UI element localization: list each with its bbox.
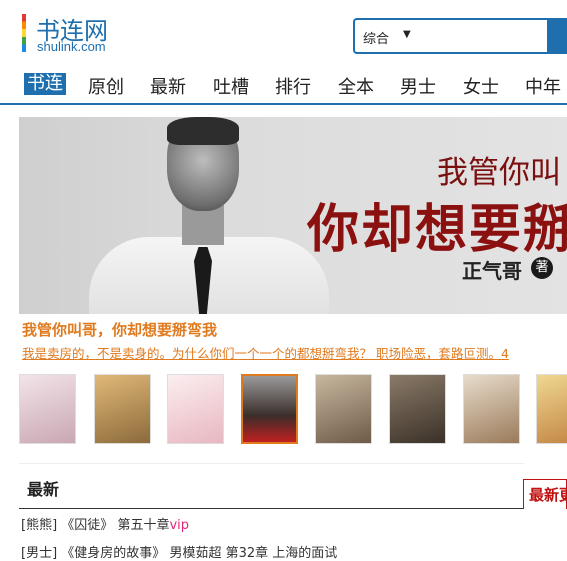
search-box[interactable]: 综合 ▼: [353, 18, 567, 54]
feature-description[interactable]: 我是卖房的，不是卖身的。为什么你们一个一个的都想掰弯我？ 职场险恶，套路叵测。4: [22, 343, 509, 362]
search-button[interactable]: [547, 18, 567, 54]
nav-item-ranking[interactable]: 排行: [275, 73, 311, 99]
nav-item-latest[interactable]: 最新: [150, 73, 186, 99]
banner-person-neck: [182, 205, 224, 245]
nav-item-shulian[interactable]: 书连: [24, 73, 66, 95]
latest-section-header: 最新: [19, 463, 524, 509]
nav-item-original[interactable]: 原创: [88, 73, 124, 99]
book-cover-thumb[interactable]: [463, 374, 520, 444]
nav-item-complete[interactable]: 全本: [338, 73, 374, 99]
nav-item-middle-age[interactable]: 中年: [525, 73, 561, 99]
list-item-book[interactable]: 《囚徒》: [61, 518, 113, 533]
list-item[interactable]: [男士] 《健身房的故事》 男模茹超 第32章 上海的面试: [21, 542, 337, 561]
book-cover-thumb[interactable]: [94, 374, 151, 444]
list-item-chapter[interactable]: 第五十章: [117, 518, 169, 533]
book-cover-thumb[interactable]: [315, 374, 372, 444]
feature-banner[interactable]: 我管你叫 你却想要掰 正气哥 著: [19, 117, 567, 314]
banner-author-mark: 著: [531, 257, 553, 279]
header: 书连网 shulink.com 综合 ▼: [0, 0, 567, 65]
tab-latest-updates[interactable]: 最新更: [523, 479, 567, 509]
nav-item-women[interactable]: 女士: [463, 73, 499, 99]
main-nav: 书连 原创 最新 吐槽 排行 全本 男士 女士 中年: [0, 65, 567, 105]
list-item[interactable]: [熊熊] 《囚徒》 第五十章vip: [21, 514, 189, 533]
chevron-down-icon: ▼: [403, 29, 411, 40]
tab-latest-updates-label: 最新更: [529, 486, 567, 504]
book-cover-thumb[interactable]: [389, 374, 446, 444]
banner-headline: 你却想要掰: [307, 199, 567, 260]
feature-title[interactable]: 我管你叫哥，你却想要掰弯我: [22, 319, 217, 340]
book-cover-thumb[interactable]: [167, 374, 224, 444]
logo-domain: shulink.com: [37, 39, 106, 54]
logo-color-bar: [22, 14, 26, 52]
banner-author: 正气哥: [462, 259, 522, 283]
list-item-tag[interactable]: [熊熊]: [21, 518, 57, 533]
book-cover-thumb-active[interactable]: [241, 374, 298, 444]
banner-person-hair: [167, 117, 239, 145]
search-category-select[interactable]: 综合: [363, 28, 389, 47]
banner-subtitle: 我管你叫: [437, 155, 561, 191]
latest-section-title: 最新: [27, 480, 60, 499]
book-cover-thumb[interactable]: [19, 374, 76, 444]
nav-item-men[interactable]: 男士: [400, 73, 436, 99]
vip-badge: vip: [169, 518, 190, 533]
book-cover-thumb[interactable]: [536, 374, 567, 444]
nav-item-tucao[interactable]: 吐槽: [213, 73, 249, 99]
